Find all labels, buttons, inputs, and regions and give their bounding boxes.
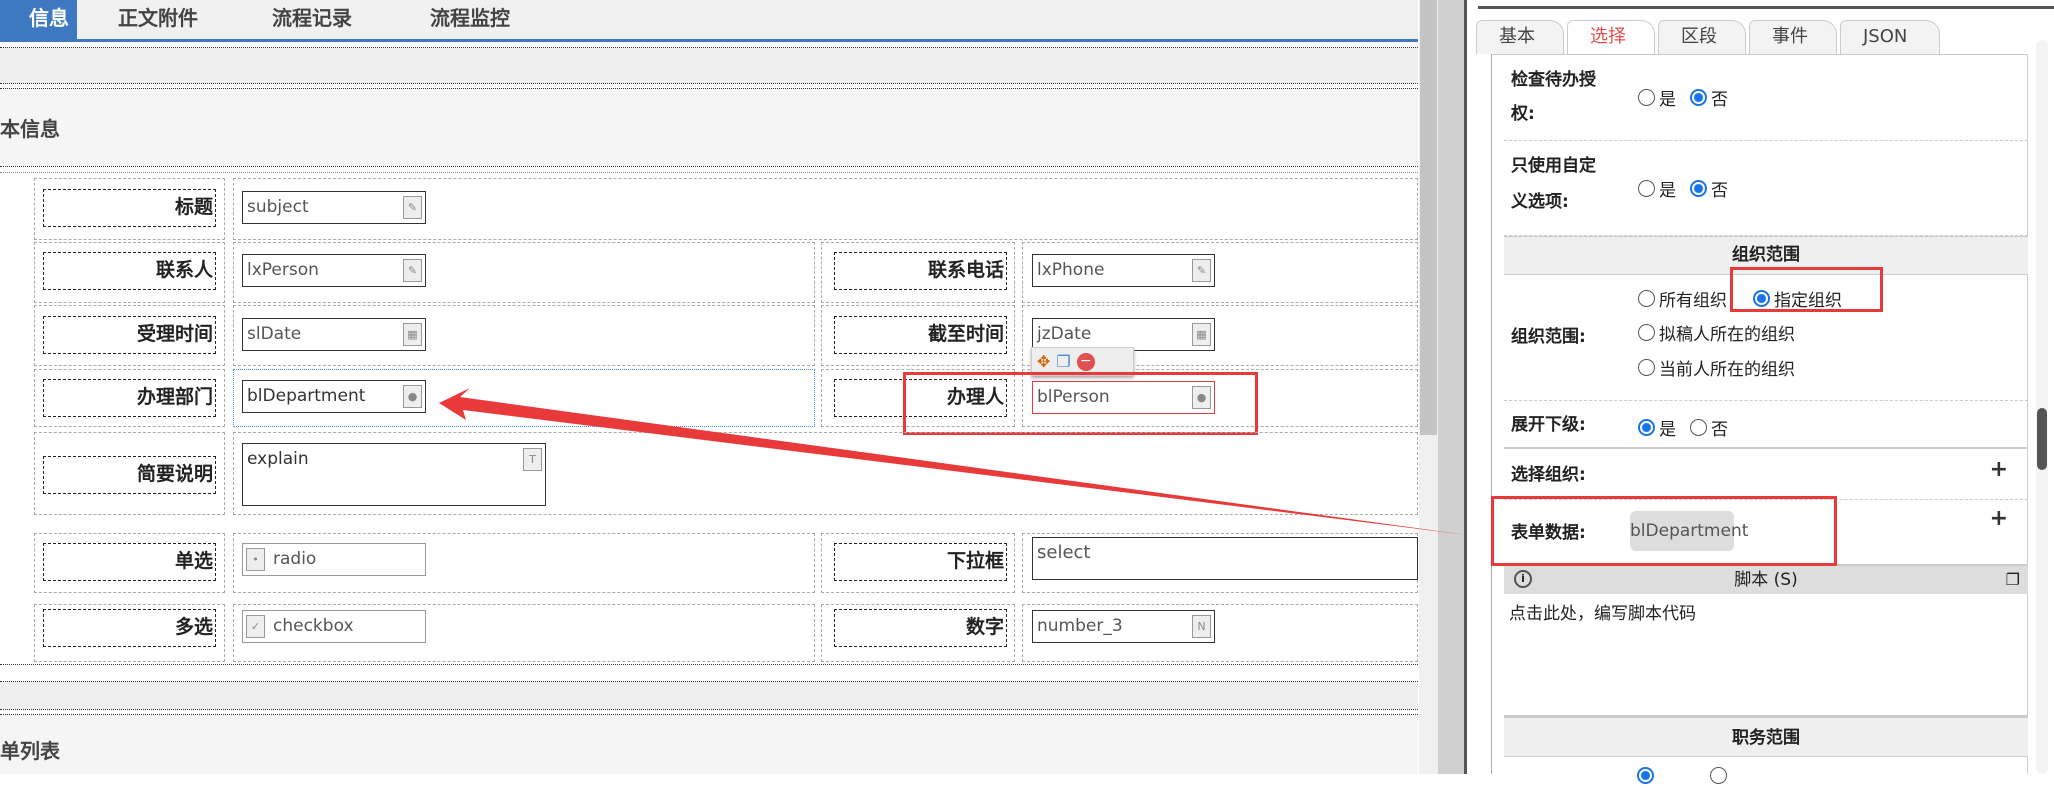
radio-label: 是 <box>1659 181 1676 201</box>
select-org-label: 选择组织: <box>1511 465 1586 485</box>
custom-only-row: 只使用自定 义选项: 是 否 <box>1504 141 2028 236</box>
select-org-row: 选择组织: + <box>1504 449 2028 500</box>
script-title: 脚本 (S) <box>1734 570 1798 590</box>
radio-label: 否 <box>1711 181 1728 201</box>
custom-only-label-2: 义选项: <box>1511 192 1569 212</box>
annotation-box <box>1730 267 1883 312</box>
expand-yes[interactable]: 是 <box>1638 415 1676 440</box>
add-org-plus-icon[interactable]: + <box>1990 457 2008 482</box>
radio-label: 所有组织 <box>1659 291 1727 311</box>
radio-button[interactable] <box>1690 419 1707 436</box>
add-form-data-plus-icon[interactable]: + <box>1990 506 2008 531</box>
panel-scrollbar[interactable] <box>2036 40 2048 774</box>
check-auth-yes[interactable]: 是 <box>1638 85 1676 110</box>
org-scope-drafter[interactable]: 拟稿人所在的组织 <box>1638 320 1795 345</box>
radio-button[interactable] <box>1690 180 1707 197</box>
org-scope-all[interactable]: 所有组织 <box>1638 286 1727 311</box>
check-auth-no[interactable]: 否 <box>1690 85 1728 110</box>
duty-radio[interactable] <box>1710 767 1727 788</box>
script-placeholder: 点击此处，编写脚本代码 <box>1509 604 1696 624</box>
radio-button[interactable] <box>1638 359 1655 376</box>
radio-label: 否 <box>1711 90 1728 110</box>
script-header: i 脚本 (S) ❐ <box>1504 566 2028 594</box>
radio-button[interactable] <box>1638 419 1655 436</box>
radio-label: 是 <box>1659 420 1676 440</box>
expand-row: 展开下级: 是 否 <box>1504 401 2028 449</box>
radio-label: 是 <box>1659 90 1676 110</box>
custom-only-no[interactable]: 否 <box>1690 176 1728 201</box>
check-auth-row: 检查待办授 权: 是 否 <box>1504 59 2028 141</box>
radio-button[interactable] <box>1638 180 1655 197</box>
duty-radio[interactable] <box>1637 767 1654 788</box>
duty-section-header: 职务范围 <box>1504 715 2028 757</box>
check-auth-label-2: 权: <box>1511 104 1535 124</box>
radio-button[interactable] <box>1638 290 1655 307</box>
tab-select[interactable]: 选择 <box>1567 20 1655 54</box>
arrow-shape <box>439 388 1467 535</box>
custom-only-label: 只使用自定 <box>1511 156 1596 176</box>
info-icon: i <box>1514 570 1532 588</box>
radio-label: 否 <box>1711 420 1728 440</box>
custom-only-yes[interactable]: 是 <box>1638 176 1676 201</box>
panel-scrollbar-thumb[interactable] <box>2037 408 2047 470</box>
panel-top-border <box>1478 6 2054 9</box>
expand-no[interactable]: 否 <box>1690 415 1728 440</box>
check-auth-label: 检查待办授 <box>1511 70 1596 90</box>
tab-events[interactable]: 事件 <box>1749 20 1837 54</box>
expand-label: 展开下级: <box>1511 415 1586 435</box>
org-scope-current[interactable]: 当前人所在的组织 <box>1638 355 1795 380</box>
annotation-box <box>1491 496 1837 566</box>
org-scope-label: 组织范围: <box>1511 327 1586 347</box>
radio-button[interactable] <box>1638 324 1655 341</box>
tab-basic[interactable]: 基本 <box>1476 20 1564 54</box>
radio-button[interactable] <box>1638 89 1655 106</box>
radio-button[interactable] <box>1690 89 1707 106</box>
radio-label: 当前人所在的组织 <box>1659 360 1795 380</box>
script-editor[interactable]: 点击此处，编写脚本代码 <box>1504 596 2028 714</box>
radio-label: 拟稿人所在的组织 <box>1659 325 1795 345</box>
tab-section[interactable]: 区段 <box>1658 20 1746 54</box>
properties-panel: 基本 选择 区段 事件 JSON 检查待办授 权: 是 否 只使用自定 义选项:… <box>1467 0 2054 784</box>
tab-json[interactable]: JSON <box>1840 20 1940 54</box>
maximize-icon[interactable]: ❐ <box>2006 566 2020 594</box>
